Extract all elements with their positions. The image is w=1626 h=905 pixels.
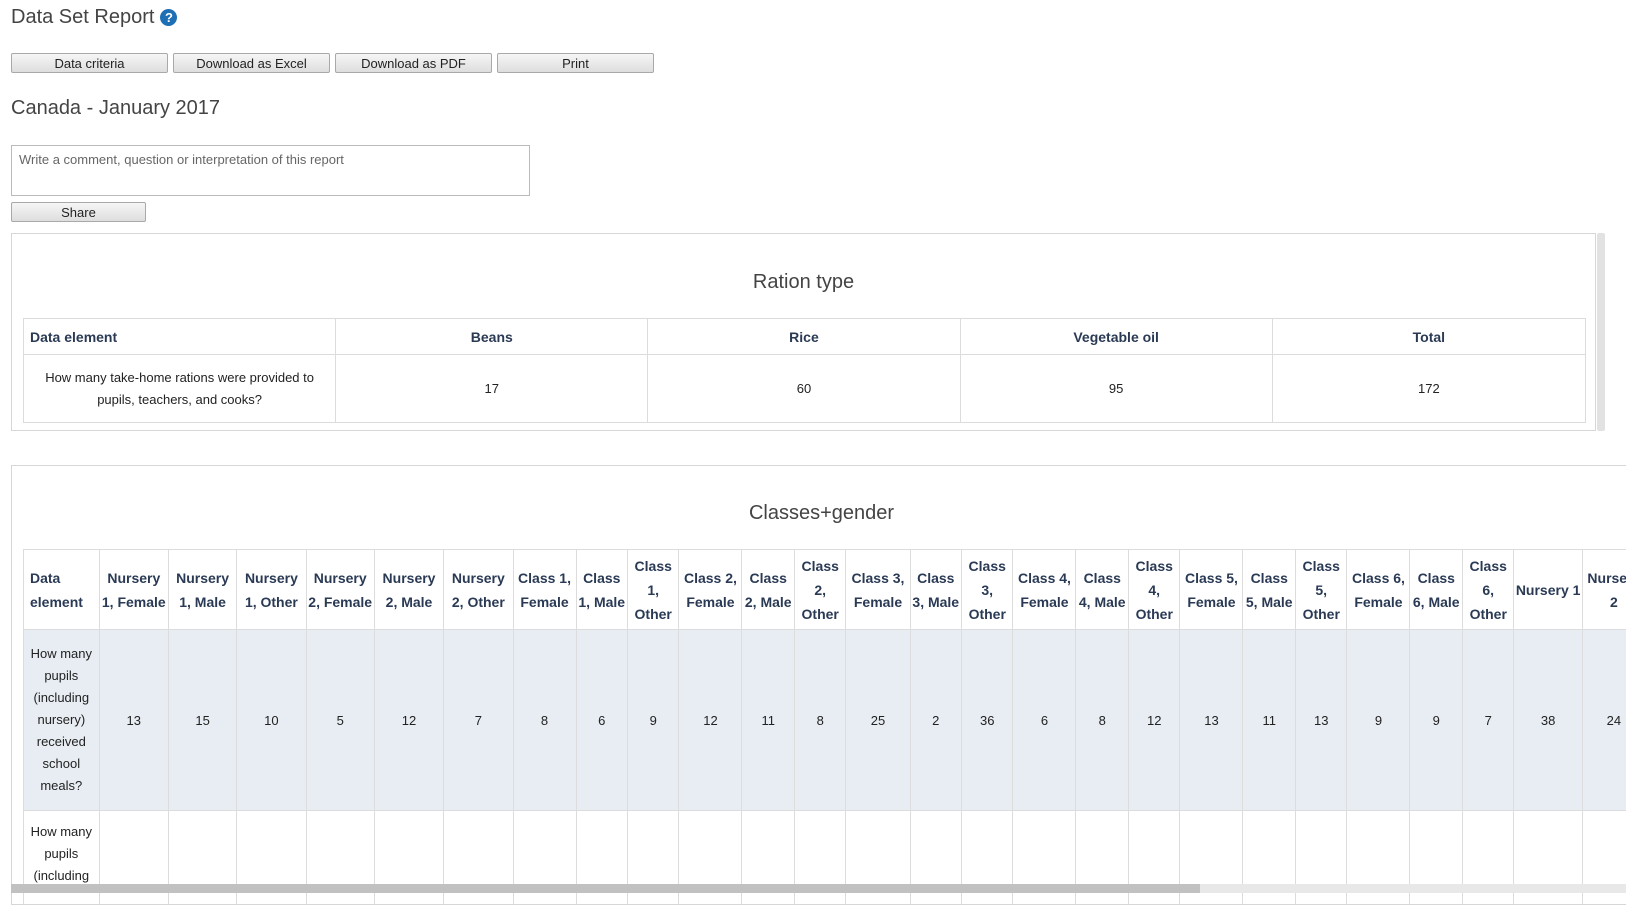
ration-header-row: Data elementBeansRiceVegetable oilTotal: [24, 319, 1586, 355]
table-cell: 10: [237, 630, 306, 811]
column-header: Class 1, Other: [627, 550, 678, 630]
table-cell: 9: [1347, 630, 1410, 811]
classes-table-body: How many pupils (including nursery) rece…: [24, 630, 1626, 905]
table-cell: 6: [576, 630, 627, 811]
ration-table-body: How many take-home rations were provided…: [24, 355, 1586, 423]
table-cell: 24: [1582, 630, 1626, 811]
column-header: Class 5, Male: [1243, 550, 1296, 630]
column-header: Nursery 1, Male: [168, 550, 236, 630]
page-title: Data Set Report ?: [11, 6, 177, 29]
table-cell: 11: [1243, 630, 1296, 811]
table-cell: 11: [742, 630, 795, 811]
table-cell: 7: [1463, 630, 1514, 811]
column-header: Data element: [24, 550, 100, 630]
table-cell: 38: [1514, 630, 1582, 811]
column-header: Vegetable oil: [960, 319, 1272, 355]
report-toolbar: Data criteria Download as Excel Download…: [11, 53, 654, 73]
column-header: Class 1, Female: [513, 550, 576, 630]
page-title-text: Data Set Report: [11, 6, 154, 29]
vertical-scrollbar[interactable]: [1597, 233, 1605, 431]
table-cell: 13: [99, 630, 168, 811]
table-row: How many pupils (including nursery) rece…: [24, 630, 1626, 811]
column-header: Class 2, Other: [794, 550, 845, 630]
classes-gender-title: Classes+gender: [12, 502, 1626, 525]
classes-header-row: Data elementNursery 1, FemaleNursery 1, …: [24, 550, 1626, 630]
row-label: How many take-home rations were provided…: [24, 355, 336, 423]
column-header: Class 5, Female: [1180, 550, 1243, 630]
column-header: Class 3, Other: [962, 550, 1013, 630]
column-header: Class 6, Female: [1347, 550, 1410, 630]
column-header: Beans: [336, 319, 648, 355]
column-header: Nursery 1, Other: [237, 550, 306, 630]
column-header: Class 4, Male: [1076, 550, 1129, 630]
column-header: Class 2, Male: [742, 550, 795, 630]
column-header: Class 4, Other: [1129, 550, 1180, 630]
table-cell: 95: [960, 355, 1272, 423]
table-cell: 60: [648, 355, 960, 423]
column-header: Class 6, Male: [1410, 550, 1463, 630]
table-cell: 15: [168, 630, 236, 811]
column-header: Class 3, Female: [846, 550, 910, 630]
table-cell: 9: [1410, 630, 1463, 811]
column-header: Class 5, Other: [1296, 550, 1347, 630]
column-header: Class 1, Male: [576, 550, 627, 630]
table-cell: 12: [1129, 630, 1180, 811]
table-cell: 13: [1180, 630, 1243, 811]
column-header: Nursery 2: [1582, 550, 1626, 630]
classes-gender-panel: Classes+gender Data elementNursery 1, Fe…: [11, 465, 1626, 905]
ration-type-title: Ration type: [12, 271, 1595, 294]
table-cell: 17: [336, 355, 648, 423]
column-header: Nursery 1: [1514, 550, 1582, 630]
table-cell: 5: [306, 630, 374, 811]
ration-type-table: Data elementBeansRiceVegetable oilTotal …: [23, 318, 1586, 423]
column-header: Nursery 1, Female: [99, 550, 168, 630]
column-header: Rice: [648, 319, 960, 355]
table-cell: 7: [444, 630, 513, 811]
data-criteria-button[interactable]: Data criteria: [11, 53, 168, 73]
row-label: How many pupils (including nursery) rece…: [24, 630, 100, 811]
table-cell: 172: [1272, 355, 1585, 423]
share-button[interactable]: Share: [11, 202, 146, 222]
column-header: Nursery 2, Other: [444, 550, 513, 630]
table-cell: 12: [374, 630, 443, 811]
horizontal-scrollbar-thumb[interactable]: [11, 884, 1200, 893]
column-header: Data element: [24, 319, 336, 355]
column-header: Total: [1272, 319, 1585, 355]
table-cell: 8: [1076, 630, 1129, 811]
column-header: Nursery 2, Male: [374, 550, 443, 630]
table-cell: 6: [1013, 630, 1076, 811]
column-header: Class 2, Female: [679, 550, 742, 630]
column-header: Nursery 2, Female: [306, 550, 374, 630]
classes-gender-table: Data elementNursery 1, FemaleNursery 1, …: [23, 549, 1626, 905]
download-pdf-button[interactable]: Download as PDF: [335, 53, 492, 73]
print-button[interactable]: Print: [497, 53, 654, 73]
table-cell: 9: [627, 630, 678, 811]
ration-type-panel: Ration type Data elementBeansRiceVegetab…: [11, 233, 1596, 431]
table-cell: 8: [513, 630, 576, 811]
table-cell: 13: [1296, 630, 1347, 811]
column-header: Class 6, Other: [1463, 550, 1514, 630]
help-icon[interactable]: ?: [160, 9, 177, 26]
table-cell: 12: [679, 630, 742, 811]
download-excel-button[interactable]: Download as Excel: [173, 53, 330, 73]
table-cell: 2: [910, 630, 961, 811]
column-header: Class 4, Female: [1013, 550, 1076, 630]
report-heading: Canada - January 2017: [11, 97, 220, 120]
table-row: How many take-home rations were provided…: [24, 355, 1586, 423]
table-cell: 25: [846, 630, 910, 811]
column-header: Class 3, Male: [910, 550, 961, 630]
table-cell: 36: [962, 630, 1013, 811]
table-cell: 8: [794, 630, 845, 811]
comment-input[interactable]: [11, 145, 530, 196]
